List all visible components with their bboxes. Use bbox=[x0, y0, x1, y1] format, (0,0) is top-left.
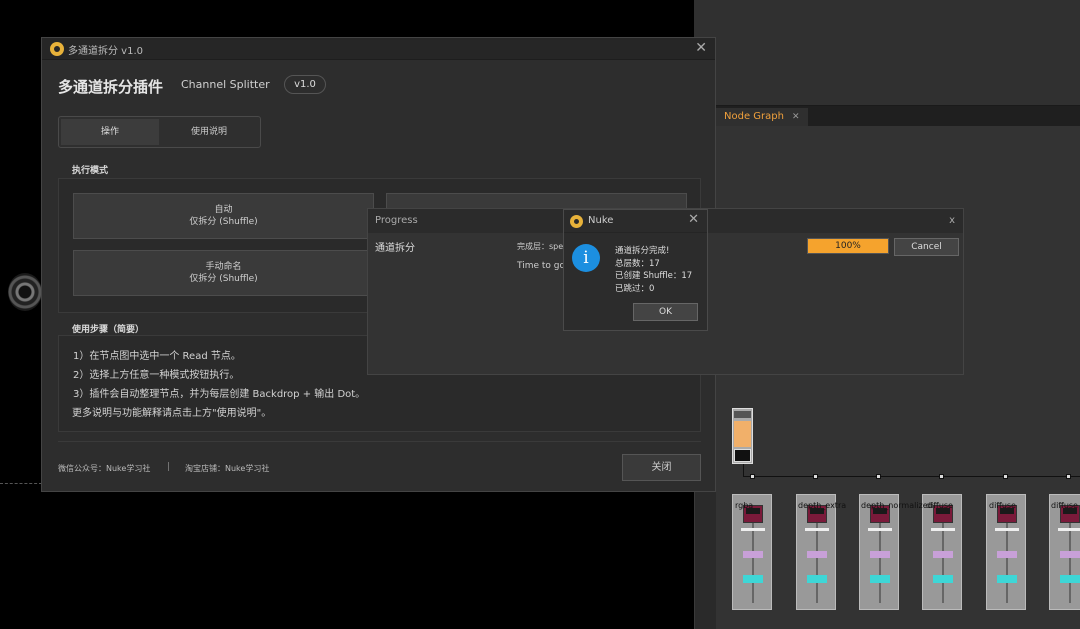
read-node-body bbox=[734, 421, 751, 447]
steps-section-label: 使用步骤（简要） bbox=[72, 325, 145, 335]
dot-node[interactable] bbox=[750, 474, 755, 479]
message-line: 已创建 Shuffle：17 bbox=[615, 271, 693, 281]
dot-node[interactable] bbox=[876, 474, 881, 479]
shuffle-node[interactable] bbox=[986, 494, 1026, 610]
footer-taobao: 淘宝店铺：Nuke学习社 bbox=[185, 464, 270, 473]
nuke-logo-icon bbox=[570, 215, 583, 228]
dot-node[interactable] bbox=[1003, 474, 1008, 479]
nuke-message-box: Nuke ✕ i 通道拆分完成! 总层数：17 已创建 Shuffle：17 已… bbox=[563, 209, 708, 331]
step-text: 2）选择上方任意一种模式按钮执行。 bbox=[73, 370, 240, 381]
shuffle-node[interactable] bbox=[732, 494, 772, 610]
ok-button[interactable]: OK bbox=[633, 303, 698, 321]
shuffle-node-label: depth_normalized bbox=[861, 501, 933, 510]
button-line: 仅拆分 (Shuffle) bbox=[189, 274, 258, 284]
progress-time: Time to go bbox=[517, 261, 566, 271]
shuffle-node[interactable] bbox=[859, 494, 899, 610]
shuffle-node-label: diffuse bbox=[989, 501, 1016, 510]
viewer-guide-line bbox=[0, 483, 42, 484]
nuke-logo-icon bbox=[50, 42, 64, 56]
version-badge: v1.0 bbox=[284, 75, 326, 94]
tab-operation[interactable]: 操作 bbox=[61, 119, 159, 145]
nuke-top-panel bbox=[694, 0, 1080, 106]
close-icon[interactable]: ✕ bbox=[688, 212, 699, 227]
shuffle-node-label: depth_extra bbox=[798, 501, 847, 510]
button-line: 手动命名 bbox=[205, 262, 242, 272]
node-wire bbox=[743, 476, 1080, 477]
read-node-header bbox=[734, 411, 751, 418]
info-icon: i bbox=[572, 244, 600, 272]
auto-split-button[interactable]: 自动 仅拆分 (Shuffle) bbox=[73, 193, 374, 239]
shuffle-node[interactable] bbox=[796, 494, 836, 610]
tab-node-graph-label: Node Graph bbox=[724, 111, 784, 122]
progress-percent: 100% bbox=[835, 241, 861, 251]
progress-bar: 100% bbox=[807, 238, 889, 254]
message-title: Nuke bbox=[588, 215, 614, 226]
button-line: 自动 bbox=[214, 205, 233, 215]
viewer-sphere-icon bbox=[8, 273, 42, 311]
progress-status: 完成层：spe bbox=[517, 242, 564, 251]
dot-node[interactable] bbox=[813, 474, 818, 479]
message-titlebar[interactable]: Nuke ✕ bbox=[564, 210, 707, 233]
button-line: 仅拆分 (Shuffle) bbox=[189, 217, 258, 227]
tab-close-icon[interactable]: ✕ bbox=[792, 112, 800, 122]
progress-task-name: 通道拆分 bbox=[375, 243, 415, 254]
footer-separator: | bbox=[167, 462, 171, 472]
step-text: 更多说明与功能解释请点击上方"使用说明"。 bbox=[72, 408, 272, 419]
close-icon[interactable]: ✕ bbox=[695, 40, 707, 56]
read-node-thumbnail bbox=[734, 449, 751, 462]
node-wire bbox=[743, 464, 744, 476]
progress-close-icon[interactable]: x bbox=[949, 209, 955, 233]
message-line: 总层数：17 bbox=[615, 259, 660, 269]
shuffle-node[interactable] bbox=[1049, 494, 1080, 610]
cancel-button[interactable]: Cancel bbox=[894, 238, 959, 256]
shuffle-node-label: diffuse bbox=[1051, 501, 1078, 510]
footer-divider bbox=[58, 441, 701, 442]
tab-bar: 操作 使用说明 bbox=[58, 116, 261, 148]
dot-node[interactable] bbox=[1066, 474, 1071, 479]
tab-usage[interactable]: 使用说明 bbox=[159, 119, 259, 145]
step-text: 1）在节点图中选中一个 Read 节点。 bbox=[73, 351, 241, 362]
shuffle-node[interactable] bbox=[922, 494, 962, 610]
mode-section-label: 执行模式 bbox=[72, 166, 109, 176]
window-titlebar[interactable]: 多通道拆分 v1.0 ✕ bbox=[42, 38, 715, 60]
dot-node[interactable] bbox=[939, 474, 944, 479]
read-node[interactable] bbox=[732, 408, 753, 464]
plugin-subtitle: Channel Splitter bbox=[181, 78, 270, 91]
manual-split-button[interactable]: 手动命名 仅拆分 (Shuffle) bbox=[73, 250, 374, 296]
shuffle-node-label: rgba bbox=[735, 501, 754, 510]
progress-title: Progress bbox=[375, 215, 418, 226]
footer-wechat: 微信公众号：Nuke学习社 bbox=[58, 464, 151, 473]
step-text: 3）插件会自动整理节点，并为每层创建 Backdrop + 输出 Dot。 bbox=[73, 389, 366, 400]
tab-node-graph[interactable]: Node Graph ✕ bbox=[716, 108, 808, 126]
close-button[interactable]: 关闭 bbox=[622, 454, 701, 481]
message-line: 已跳过：0 bbox=[615, 284, 655, 294]
shuffle-node-label: diffuse bbox=[926, 501, 953, 510]
message-line: 通道拆分完成! bbox=[615, 246, 670, 256]
plugin-title: 多通道拆分插件 bbox=[58, 78, 164, 96]
window-title: 多通道拆分 v1.0 bbox=[68, 46, 143, 57]
desktop: Node Graph ✕ rgba depth_extra depth_norma… bbox=[0, 0, 1080, 629]
